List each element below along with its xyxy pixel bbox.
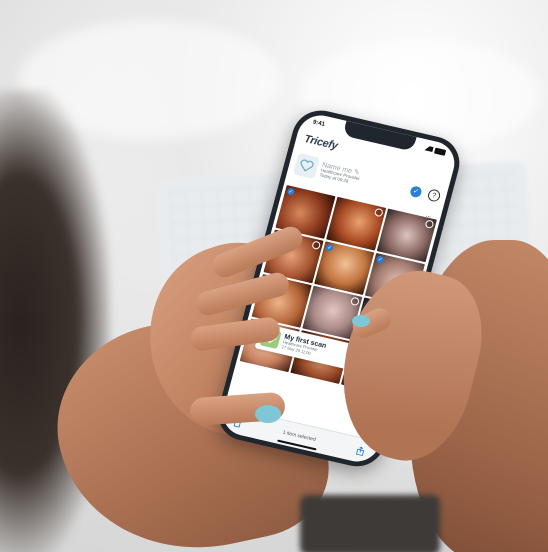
scan-info: My first scan Healthcare Provider 27 May… (281, 333, 327, 359)
app-logo: Tricefy (302, 133, 339, 153)
select-circle-icon[interactable] (350, 296, 360, 307)
photo-scene: 9:41 Tricefy Name me ✎ Healthcare Provid… (0, 0, 548, 552)
select-circle-icon[interactable] (373, 207, 384, 218)
battery-icon (434, 147, 447, 156)
select-circle-icon[interactable] (311, 240, 322, 251)
help-icon[interactable]: ? (426, 188, 442, 203)
check-icon[interactable]: ✓ (375, 255, 385, 264)
thumb-nail (352, 315, 370, 327)
check-icon[interactable]: ✓ (409, 184, 423, 198)
select-circle-icon[interactable] (424, 219, 435, 229)
thumb-nail (255, 405, 281, 423)
check-icon[interactable]: ✓ (325, 243, 334, 252)
status-time: 9:41 (312, 118, 326, 128)
status-icons (424, 145, 447, 156)
dark-object (300, 495, 440, 552)
signal-icon (424, 145, 434, 152)
share-icon[interactable] (354, 445, 366, 457)
check-icon[interactable]: ✓ (286, 187, 296, 196)
heart-icon (292, 152, 320, 180)
